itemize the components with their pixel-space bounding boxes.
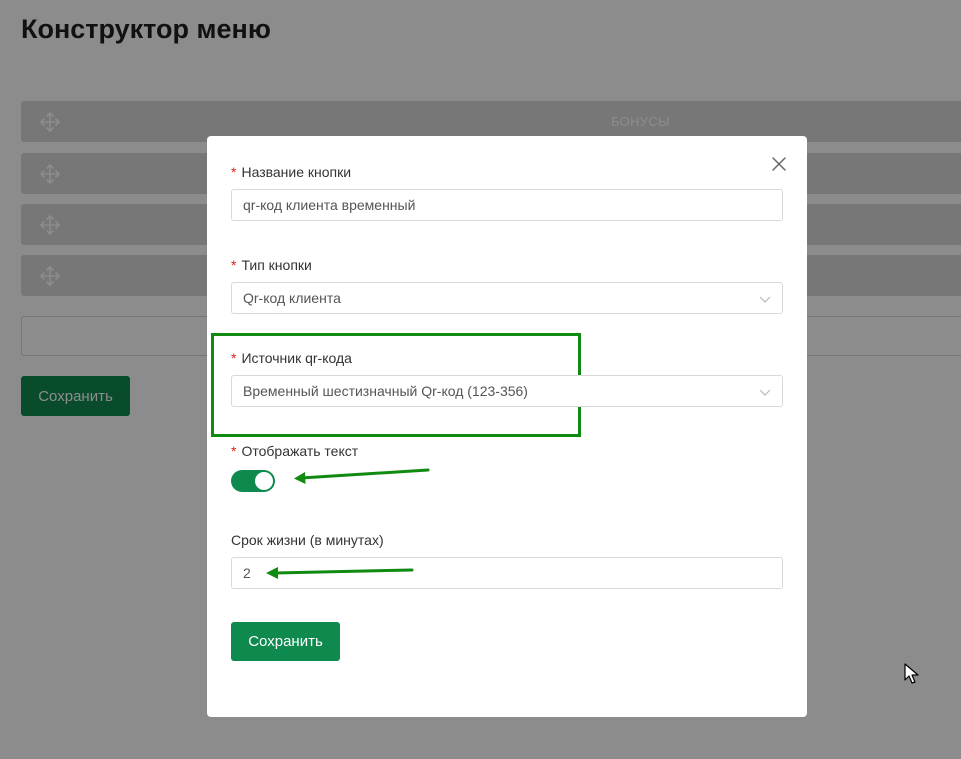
mouse-cursor-icon bbox=[904, 663, 919, 684]
button-type-label: * Тип кнопки bbox=[231, 257, 312, 273]
lifetime-value: 2 bbox=[243, 565, 251, 581]
button-name-input[interactable]: qr-код клиента временный bbox=[231, 189, 783, 221]
required-marker: * bbox=[231, 350, 237, 366]
qr-source-value: Временный шестизначный Qr-код (123-356) bbox=[243, 383, 528, 399]
annotation-arrow bbox=[294, 468, 430, 484]
button-name-value: qr-код клиента временный bbox=[243, 197, 416, 213]
close-icon[interactable] bbox=[770, 155, 788, 173]
button-type-value: Qr-код клиента bbox=[243, 290, 341, 306]
chevron-down-icon bbox=[759, 389, 771, 396]
qr-source-select[interactable]: Временный шестизначный Qr-код (123-356) bbox=[231, 375, 783, 407]
lifetime-label: Срок жизни (в минутах) bbox=[231, 532, 384, 548]
button-name-label: * Название кнопки bbox=[231, 164, 352, 180]
required-marker: * bbox=[231, 164, 237, 180]
show-text-toggle[interactable] bbox=[231, 470, 275, 492]
qr-source-label: * Источник qr-кода bbox=[231, 350, 352, 366]
modal-save-button[interactable]: Сохранить bbox=[231, 622, 340, 661]
button-type-select[interactable]: Qr-код клиента bbox=[231, 282, 783, 314]
annotation-arrow bbox=[266, 567, 414, 579]
required-marker: * bbox=[231, 443, 237, 459]
show-text-label: * Отображать текст bbox=[231, 443, 359, 459]
required-marker: * bbox=[231, 257, 237, 273]
toggle-knob bbox=[255, 472, 273, 490]
chevron-down-icon bbox=[759, 296, 771, 303]
edit-button-modal: * Название кнопки qr-код клиента временны… bbox=[207, 136, 807, 717]
